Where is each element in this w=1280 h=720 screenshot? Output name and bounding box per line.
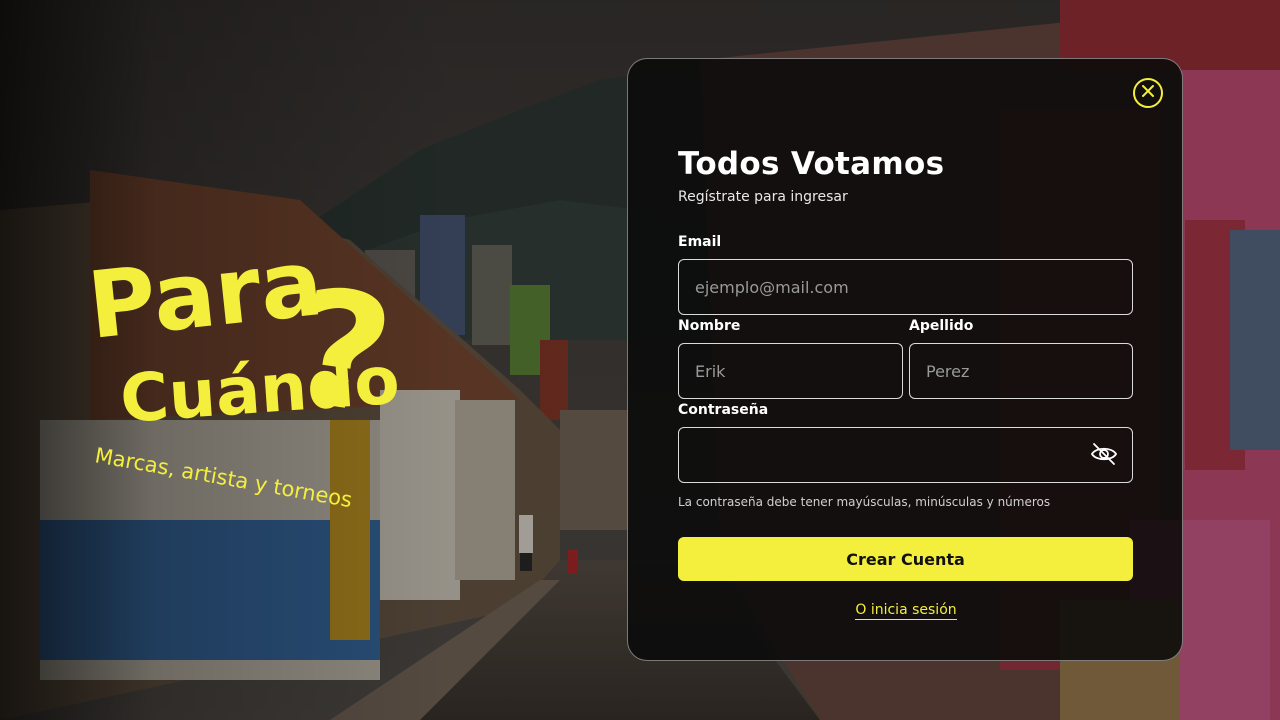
- password-hint: La contraseña debe tener mayúsculas, min…: [678, 495, 1051, 509]
- login-link-container: O inicia sesión: [628, 601, 1184, 620]
- close-icon: [1140, 83, 1156, 103]
- brand-logo: Para ? Cuándo Marcas, artista y torneos: [83, 210, 403, 512]
- logo-word-para: Para: [83, 229, 327, 360]
- eye-off-icon: [1090, 442, 1118, 470]
- logo-tagline: Marcas, artista y torneos: [93, 443, 354, 512]
- password-field-wrapper: [678, 427, 1133, 483]
- close-button[interactable]: [1133, 78, 1163, 108]
- password-label: Contraseña: [678, 402, 769, 418]
- first-name-field-wrapper: [678, 343, 903, 399]
- password-visibility-toggle[interactable]: [1090, 443, 1118, 469]
- first-name-label: Nombre: [678, 318, 741, 334]
- email-field-wrapper: [678, 259, 1133, 315]
- modal-title: Todos Votamos: [678, 146, 945, 182]
- last-name-field[interactable]: [910, 344, 1132, 398]
- last-name-label: Apellido: [909, 318, 974, 334]
- first-name-field[interactable]: [679, 344, 902, 398]
- last-name-field-wrapper: [909, 343, 1133, 399]
- login-link[interactable]: O inicia sesión: [855, 602, 957, 620]
- signup-modal: Todos Votamos Regístrate para ingresar E…: [627, 58, 1183, 661]
- modal-subtitle: Regístrate para ingresar: [678, 189, 848, 205]
- password-field[interactable]: [679, 428, 1132, 482]
- create-account-button[interactable]: Crear Cuenta: [678, 537, 1133, 581]
- email-field[interactable]: [679, 260, 1132, 314]
- email-label: Email: [678, 234, 722, 250]
